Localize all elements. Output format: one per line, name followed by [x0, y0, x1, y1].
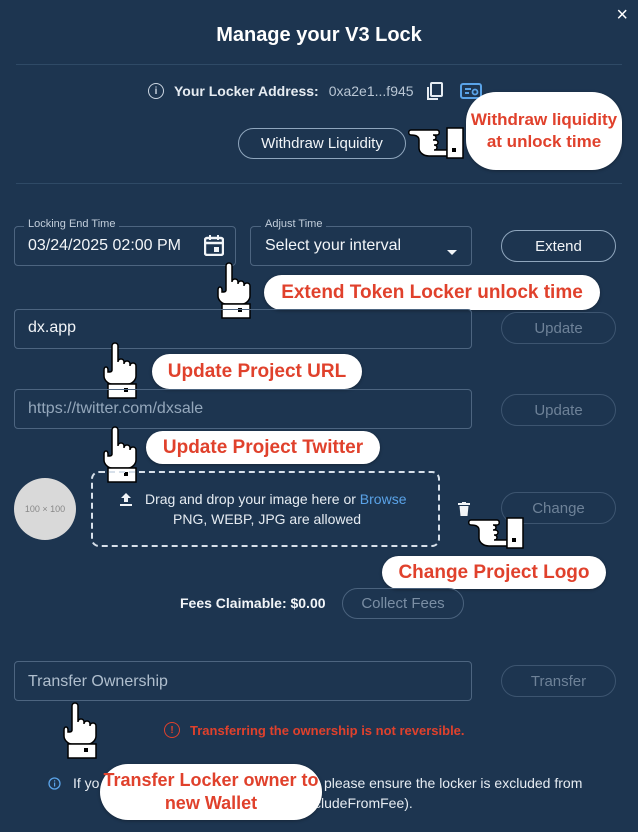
callout-transfer: Transfer Locker owner to new Wallet	[100, 764, 322, 820]
note-start: If yo	[73, 775, 100, 791]
withdraw-liquidity-button[interactable]: Withdraw Liquidity	[238, 128, 406, 159]
extend-button[interactable]: Extend	[501, 230, 616, 262]
browse-link[interactable]: Browse	[360, 491, 407, 507]
allowed-formats-text: PNG, WEBP, JPG are allowed	[173, 511, 362, 527]
note-line2: cludeFromFee).	[314, 795, 413, 811]
divider	[16, 183, 622, 184]
collect-fees-button[interactable]: Collect Fees	[342, 588, 464, 619]
locker-address-label: Your Locker Address:	[174, 83, 319, 99]
adjust-time-value[interactable]: Select your interval	[265, 237, 401, 255]
callout-withdraw: Withdraw liquidity at unlock time	[466, 92, 622, 170]
locker-address-row: i Your Locker Address: 0xa2e1...f945	[148, 82, 482, 100]
copy-icon[interactable]	[426, 82, 444, 100]
divider	[16, 64, 622, 65]
adjust-time-label: Adjust Time	[261, 218, 327, 230]
image-dropzone[interactable]	[91, 471, 440, 547]
transfer-warning: ! Transferring the ownership is not reve…	[164, 722, 465, 738]
pointing-hand-icon	[407, 122, 467, 165]
modal-title: Manage your V3 Lock	[216, 24, 422, 46]
callout-logo: Change Project Logo	[382, 556, 606, 589]
callout-url: Update Project URL	[152, 354, 362, 389]
update-url-button[interactable]: Update	[501, 312, 616, 344]
dropzone-text: Drag and drop your image here or	[145, 491, 356, 507]
calendar-icon[interactable]	[203, 235, 225, 261]
project-twitter-placeholder[interactable]: https://twitter.com/dxsale	[28, 400, 203, 418]
pointing-hand-icon	[58, 702, 98, 765]
callout-twitter: Update Project Twitter	[146, 431, 380, 464]
callout-extend: Extend Token Locker unlock time	[264, 275, 600, 310]
info-icon: i	[148, 83, 164, 99]
locking-end-time-label: Locking End Time	[24, 218, 120, 230]
transfer-ownership-placeholder[interactable]: Transfer Ownership	[28, 673, 168, 691]
update-twitter-button[interactable]: Update	[501, 394, 616, 426]
fees-claimable-label: Fees Claimable: $0.00	[180, 595, 326, 611]
chevron-down-icon[interactable]	[446, 243, 458, 261]
transfer-button[interactable]: Transfer	[501, 665, 616, 697]
project-url-field[interactable]	[14, 309, 472, 349]
transfer-warning-text: Transferring the ownership is not revers…	[190, 722, 465, 738]
locker-address-value: 0xa2e1...f945	[328, 83, 414, 99]
pointing-hand-icon	[467, 512, 527, 555]
info-icon	[48, 777, 61, 795]
avatar: 100 × 100	[14, 478, 76, 540]
project-url-value[interactable]: dx.app	[28, 319, 76, 337]
warning-icon: !	[164, 722, 180, 738]
close-icon[interactable]: ×	[616, 4, 628, 27]
locking-end-time-value[interactable]: 03/24/2025 02:00 PM	[28, 237, 192, 255]
note-end: please ensure the locker is excluded fro…	[324, 775, 583, 791]
upload-icon	[118, 491, 134, 512]
